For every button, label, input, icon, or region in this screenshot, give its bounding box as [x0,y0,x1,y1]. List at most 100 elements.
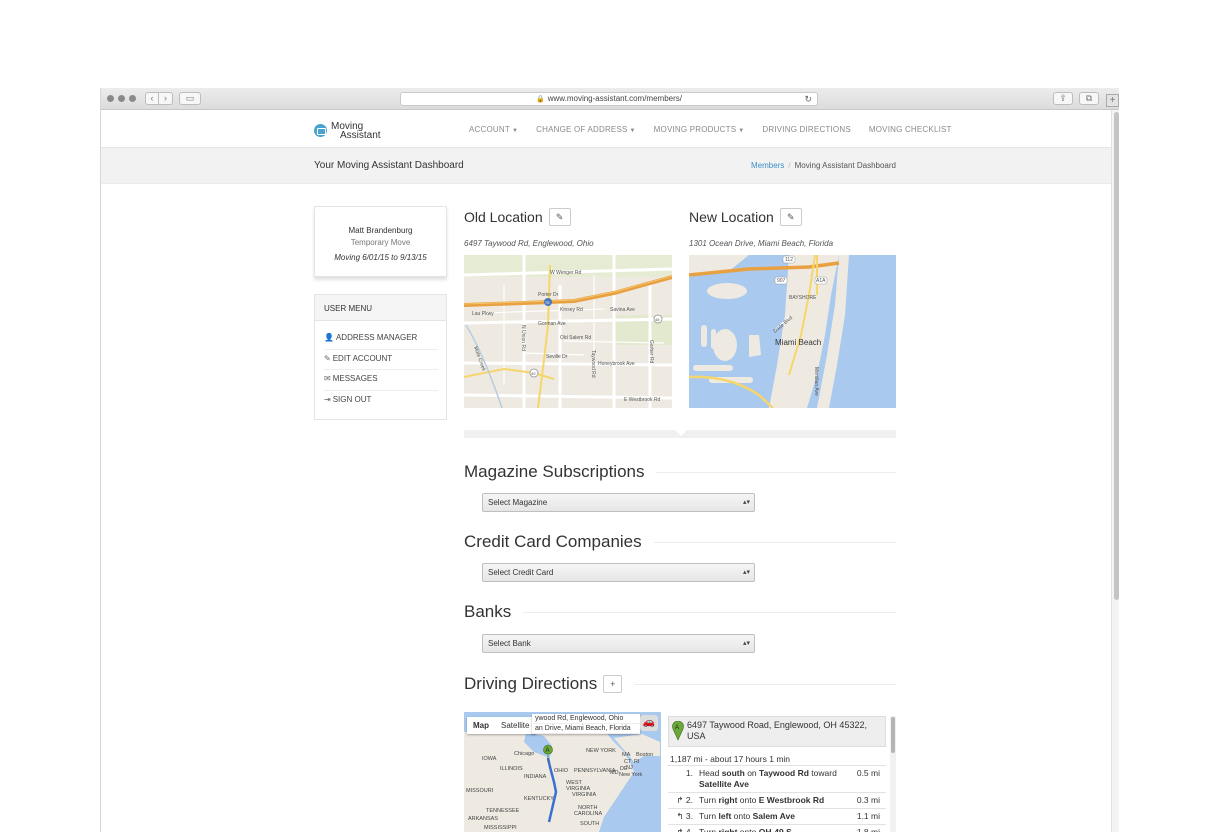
browser-titlebar: ‹ › ▭ 🔒 www.moving-assistant.com/members/… [101,88,1119,110]
new-tab-icon[interactable]: + [1106,94,1119,107]
step-distance: 1.1 mi [856,811,880,821]
add-directions-button[interactable]: + [603,675,623,693]
site-logo[interactable]: Moving Assistant [314,122,381,141]
step-number: ↰ 3. [676,811,693,821]
profile-dates: Moving 6/01/15 to 9/13/15 [334,253,427,262]
map-label: MISSOURI [466,788,494,794]
zoom-window-icon[interactable] [129,95,136,102]
share-icon[interactable]: ⇪ [1053,92,1073,105]
caret-down-icon: ▼ [511,128,519,134]
magazine-select[interactable]: Select Magazine ▴▾ [482,493,755,512]
old-location-map[interactable]: W Wenger Rd Porter Dr Kinsey Rd Savina A… [464,255,672,408]
map-label: NJ [626,765,633,771]
magazine-section-heading: Magazine Subscriptions [464,462,896,482]
directions-steps: 1. Head south on Taywood Rd toward Satell… [668,765,886,832]
car-icon[interactable]: 🚗 [640,715,658,731]
map-label: MD [610,770,619,776]
step-distance: 0.3 mi [856,795,880,805]
new-location-map[interactable]: 112 907 A1A BAYSHORE Dade Blvd Miami Bea… [689,255,896,408]
directions-map[interactable]: IOWA ILLINOIS INDIANA OHIO Chicago NEW Y… [464,712,661,832]
direction-step[interactable]: 1. Head south on Taywood Rd toward Satell… [668,765,886,792]
nav-account[interactable]: ACCOUNT ▼ [469,125,518,134]
map-label: Miami Beach [775,338,821,347]
map-label: KENTUCKY [524,796,554,802]
direction-step[interactable]: ↱ 2. Turn right onto E Westbrook Rd 0.3 mi [668,792,886,808]
map-label: 907 [777,278,786,284]
banks-title: Banks [464,602,512,621]
sidebar-toggle-icon[interactable]: ▭ [179,92,201,105]
map-label: MA [622,752,631,758]
url-host: www.moving-assistant.com [547,94,645,103]
close-window-icon[interactable] [107,95,114,102]
map-label: MISSISSIPPI [484,825,517,831]
bank-select[interactable]: Select Bank ▴▾ [482,634,755,653]
map-tab-map[interactable]: Map [467,717,495,734]
map-label: TENNESSEE [486,808,520,814]
map-label: BAYSHORE [789,295,817,301]
new-location-heading: New Location ✎ [689,208,802,226]
nav-change-of-address[interactable]: CHANGE OF ADDRESS ▼ [536,125,636,134]
address-bar[interactable]: 🔒 www.moving-assistant.com/members/ ↻ [400,92,818,106]
menu-edit-account[interactable]: ✎ EDIT ACCOUNT [324,350,438,370]
map-label: 75 [545,300,550,305]
step-text: Head south on Taywood Rd toward Satellit… [699,768,837,789]
new-location-title: New Location [689,209,774,225]
map-label: ARKANSAS [468,816,498,822]
old-location-heading: Old Location ✎ [464,208,571,226]
menu-address-manager[interactable]: 👤 ADDRESS MANAGER [324,329,438,350]
step-text: Turn right onto E Westbrook Rd [699,795,825,805]
marker-a-icon: A [672,721,684,741]
map-label: New York [619,772,642,778]
minimize-window-icon[interactable] [118,95,125,102]
reload-icon[interactable]: ↻ [804,93,812,105]
forward-button[interactable]: › [159,92,173,105]
step-text: Turn left onto Salem Ave [699,811,795,821]
main-nav: ACCOUNT ▼ CHANGE OF ADDRESS ▼ MOVING PRODU… [469,125,970,134]
select-arrows-icon: ▴▾ [742,640,750,647]
directions-scrollbar[interactable] [890,716,896,832]
map-label: Savina Ave [610,307,635,313]
history-buttons: ‹ › [145,92,173,105]
edit-new-location-button[interactable]: ✎ [779,208,802,226]
direction-step[interactable]: ↱ 4. Turn right onto OH-49 S 1.8 mi [668,824,886,832]
map-label: VIRGINIA [572,792,596,798]
map-label: Meridian Ave [813,367,819,396]
step-number: ↱ 4. [676,827,693,832]
show-tabs-icon[interactable]: ⧉ [1079,92,1099,105]
map-label: RI [634,759,640,765]
map-label: N Union Rd [520,325,526,351]
credit-card-select[interactable]: Select Credit Card ▴▾ [482,563,755,582]
map-type-control: Map Satellite [467,717,536,734]
nav-moving-checklist[interactable]: MOVING CHECKLIST [869,125,952,134]
breadcrumb-members-link[interactable]: Members [751,161,784,170]
step-distance: 1.8 mi [856,827,880,832]
edit-icon: ✎ [324,353,331,363]
page-scrollbar[interactable] [1111,110,1119,832]
edit-old-location-button[interactable]: ✎ [548,208,571,226]
browser-window: ‹ › ▭ 🔒 www.moving-assistant.com/members/… [100,88,1119,832]
map-label: Old Salem Rd [560,335,591,341]
route-summary: 1,187 mi - about 17 hours 1 min [670,754,791,764]
route-from[interactable]: ywood Rd, Englewood, Ohio [532,714,640,724]
driving-title: Driving Directions [464,674,598,693]
svg-text:A: A [675,725,679,731]
direction-step[interactable]: ↰ 3. Turn left onto Salem Ave 1.1 mi [668,808,886,824]
step-number: 1. [685,768,693,778]
nav-driving-directions[interactable]: DRIVING DIRECTIONS [762,125,851,134]
map-label: Boston [636,752,653,758]
step-distance: 0.5 mi [856,768,880,778]
map-label: 49 [531,371,536,376]
sign-out-icon: ⇥ [324,394,331,404]
start-address: 6497 Taywood Road, Englewood, OH 45322, … [687,720,867,741]
step-text: Turn right onto OH-49 S [699,827,792,832]
map-label: Honeybrook Ave [598,361,635,367]
map-label: Porter Dr [538,292,559,298]
menu-sign-out[interactable]: ⇥ SIGN OUT [324,391,438,412]
menu-messages[interactable]: ✉ MESSAGES [324,370,438,391]
map-label: A1A [816,278,826,284]
back-button[interactable]: ‹ [145,92,159,105]
map-tab-satellite[interactable]: Satellite [495,717,535,734]
nav-moving-products[interactable]: MOVING PRODUCTS ▼ [654,125,745,134]
route-to[interactable]: an Drive, Miami Beach, Florida [532,724,640,734]
map-label: ILLINOIS [500,766,523,772]
